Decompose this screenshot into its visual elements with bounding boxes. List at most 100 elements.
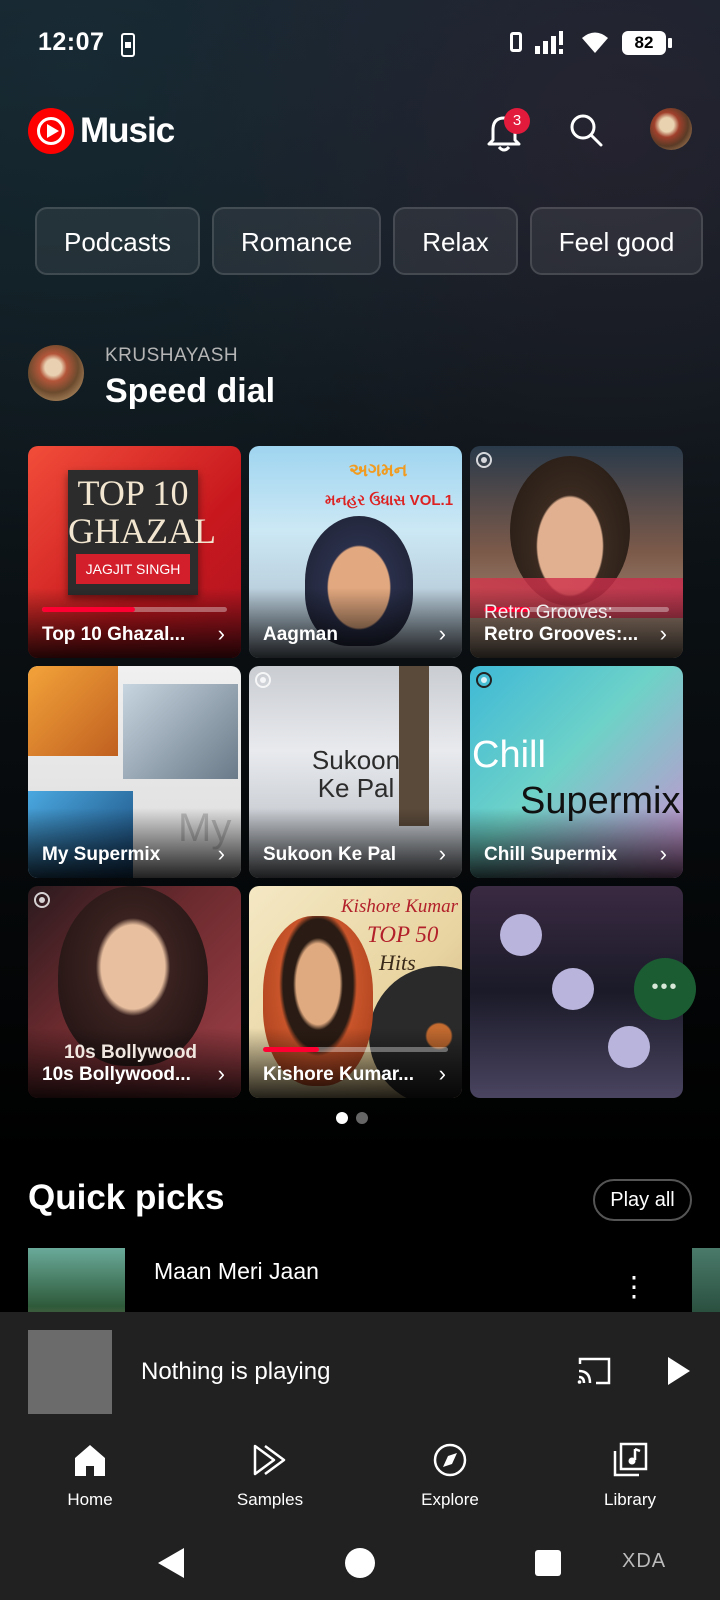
chevron-right-icon: › [659,841,667,866]
system-navigation-bar: XDA [0,1524,720,1600]
radio-icon [34,892,50,908]
nav-label: Home [67,1490,113,1509]
speed-dial-owner: KRUSHAYASH [105,345,239,366]
app-logo[interactable]: Music [28,108,175,154]
card-label: Kishore Kumar... [263,1064,414,1085]
speed-dial-card[interactable]: TOP 10 GHAZAL JAGJIT SINGH Top 10 Ghazal… [28,446,241,658]
song-thumbnail [28,1248,125,1312]
status-time: 12:07 [38,28,105,56]
speed-dial-card[interactable]: Retro Grooves: Retro Grooves:... › [470,446,683,658]
chip-romance[interactable]: Romance [211,207,382,275]
chevron-right-icon: › [217,841,225,866]
youtube-music-logo-icon [28,108,74,154]
album-art-title: Sukoon Ke Pal [311,745,401,803]
home-button-icon[interactable] [345,1548,375,1578]
battery-indicator: 82 [622,31,672,55]
play-icon[interactable] [668,1357,690,1385]
app-header: Music 3 [0,96,720,166]
play-all-button[interactable]: Play all [593,1179,692,1221]
quick-picks-title: Quick picks [28,1178,225,1217]
recent-apps-icon[interactable] [535,1550,561,1576]
signal-icon [535,31,563,54]
speed-dial-card[interactable]: Kishore Kumar TOP 50 Hits Kishore Kumar.… [249,886,462,1098]
now-playing-art [28,1330,112,1414]
mood-chips: Podcasts Romance Relax Feel good [35,207,720,277]
radio-icon [476,672,492,688]
progress-bar [263,1047,448,1052]
card-label: Sukoon Ke Pal [263,844,397,865]
chevron-right-icon: › [217,621,225,646]
card-label: 10s Bollywood... [42,1064,191,1085]
explore-icon [433,1443,467,1477]
sim-icon [121,33,135,57]
album-art-title: અગમન [349,460,408,480]
library-icon [613,1442,648,1477]
speed-dial-card[interactable]: 10s Bollywood 10s Bollywood... › [28,886,241,1098]
chevron-right-icon: › [659,621,667,646]
album-art-subtitle: Hits [379,950,416,975]
nav-label: Library [604,1490,656,1509]
album-art-title: Chill [472,734,546,776]
quick-picks-row[interactable]: Maan Meri Jaan ⋮ [28,1248,720,1312]
card-label: Aagman [263,624,338,645]
next-song-thumbnail [692,1248,720,1312]
chevron-right-icon: › [438,841,446,866]
nav-explore[interactable]: Explore [390,1432,510,1524]
watermark-logo: XDA [622,1550,667,1572]
page-indicator [336,1112,368,1124]
nav-library[interactable]: Library [570,1432,690,1524]
app-name: Music [80,111,175,150]
now-playing-status: Nothing is playing [141,1358,331,1385]
album-art-title: TOP 50 [367,922,439,947]
more-options-floating-button[interactable]: ••• [634,958,696,1020]
page-dot-active[interactable] [336,1112,348,1124]
speed-dial-title: Speed dial [105,372,276,410]
progress-bar [42,607,227,612]
status-bar: 12:07 82 [0,0,720,86]
album-art-artist: મનહર ઉધાસ VOL.1 [325,492,454,509]
page-dot[interactable] [356,1112,368,1124]
card-label: Chill Supermix [484,844,618,865]
loading-dot [608,1026,650,1068]
more-horizontal-icon: ••• [651,976,679,998]
speed-dial-card[interactable]: My My Supermix › [28,666,241,878]
album-art-title: 10s Bollywood [64,1042,198,1063]
account-avatar[interactable] [650,108,692,150]
nav-label: Explore [421,1490,479,1509]
loading-dot [500,914,542,956]
album-art-artist: Kishore Kumar [341,896,459,917]
samples-icon [253,1444,286,1476]
album-art-artist: JAGJIT SINGH [76,554,190,584]
bottom-navigation: Home Samples Explore Library [0,1432,720,1524]
mini-player[interactable]: Nothing is playing [0,1312,720,1432]
chip-feel-good[interactable]: Feel good [529,207,704,275]
nav-home[interactable]: Home [30,1432,150,1524]
wifi-icon [582,32,608,53]
radio-icon [255,672,271,688]
album-art-title: TOP 10 GHAZAL [68,473,216,551]
chip-podcasts[interactable]: Podcasts [35,207,200,275]
loading-dot [552,968,594,1010]
album-art-title: Retro Grooves: [484,602,613,623]
speed-dial-card[interactable]: Sukoon Ke Pal Sukoon Ke Pal › [249,666,462,878]
radio-icon [476,452,492,468]
cast-icon[interactable] [576,1356,612,1386]
chevron-right-icon: › [438,1061,446,1086]
nav-label: Samples [236,1490,304,1509]
vibrate-icon [510,32,522,52]
speed-dial-avatar [28,345,84,401]
search-icon[interactable] [568,112,604,148]
song-title: Maan Meri Jaan [154,1258,319,1284]
speed-dial-card[interactable]: અગમન મનહર ઉધાસ VOL.1 Aagman › [249,446,462,658]
nav-samples[interactable]: Samples [210,1432,330,1524]
card-label: My Supermix [42,844,161,865]
card-label: Top 10 Ghazal... [42,624,186,645]
speed-dial-card[interactable]: Chill Supermix Chill Supermix › [470,666,683,878]
home-icon [75,1445,105,1476]
more-vertical-icon[interactable]: ⋮ [620,1273,648,1301]
chip-relax[interactable]: Relax [393,207,518,275]
back-icon[interactable] [158,1548,184,1578]
chevron-right-icon: › [217,1061,225,1086]
notification-badge: 3 [504,108,530,134]
card-label: Retro Grooves:... [484,624,639,645]
